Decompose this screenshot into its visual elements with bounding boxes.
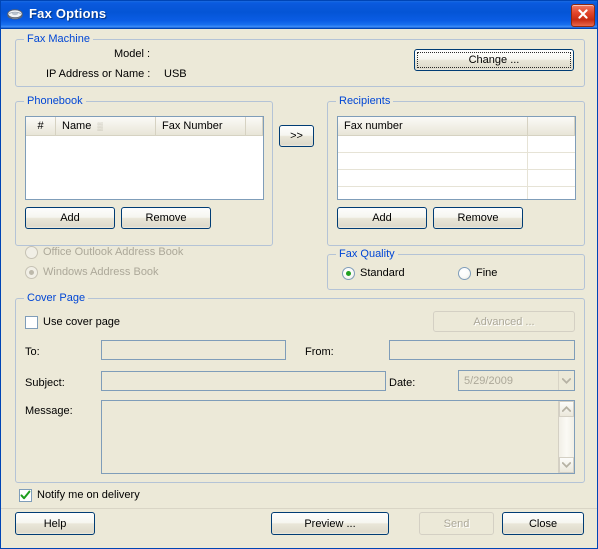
phonebook-remove-button[interactable]: Remove (121, 207, 211, 229)
recipients-group-title: Recipients (336, 95, 394, 107)
from-label: From: (305, 346, 334, 358)
table-cell-extra (528, 153, 575, 169)
recipients-add-button[interactable]: Add (337, 207, 427, 229)
use-cover-page-label[interactable]: Use cover page (43, 316, 120, 328)
footer-separator (1, 508, 597, 509)
model-label: Model : (114, 48, 151, 60)
phonebook-list[interactable]: # Name ▒ Fax Number (25, 116, 264, 200)
scrollbar-track[interactable] (559, 417, 574, 457)
chevron-down-icon[interactable] (558, 371, 574, 390)
recipients-rows (338, 136, 575, 199)
subject-label: Subject: (25, 377, 65, 389)
window-title: Fax Options (29, 6, 107, 21)
scroll-down-icon[interactable] (559, 457, 574, 473)
fax-options-dialog: Fax Options Fax Machine Model : IP Addre… (0, 0, 598, 549)
phonebook-column-fax-number-label: Fax Number (162, 119, 223, 132)
from-field[interactable] (389, 340, 575, 360)
advanced-button-label: Advanced ... (473, 315, 535, 328)
advanced-button: Advanced ... (433, 311, 575, 332)
phonebook-column-name[interactable]: Name ▒ (56, 117, 156, 135)
table-row[interactable] (338, 187, 575, 199)
recipients-group: Recipients Fax number Add Remove (327, 95, 585, 246)
fax-quality-group-title: Fax Quality (336, 248, 398, 260)
fax-quality-group: Fax Quality Standard Fine (327, 248, 585, 290)
table-cell-fax-number (338, 170, 528, 186)
title-bar[interactable]: Fax Options (1, 1, 597, 29)
message-scrollbar[interactable] (558, 401, 574, 473)
phonebook-header-row: # Name ▒ Fax Number (26, 117, 263, 136)
radio-windows-address-book-label: Windows Address Book (43, 266, 159, 278)
help-button-label: Help (43, 517, 67, 530)
recipients-remove-button[interactable]: Remove (433, 207, 523, 229)
phonebook-group: Phonebook # Name ▒ Fax Number Add Remove (15, 95, 273, 246)
table-row[interactable] (338, 170, 575, 187)
table-cell-fax-number (338, 136, 528, 152)
phonebook-column-fax-number[interactable]: Fax Number (156, 117, 246, 135)
message-label: Message: (25, 405, 73, 417)
to-field[interactable] (101, 340, 286, 360)
phonebook-column-number[interactable]: # (26, 117, 56, 135)
transfer-to-recipients-button[interactable]: >> (279, 125, 314, 147)
phonebook-column-number-label: # (37, 119, 44, 132)
radio-office-outlook-address-book-label: Office Outlook Address Book (43, 246, 184, 258)
phonebook-column-name-label: Name (62, 119, 92, 132)
recipients-column-extra[interactable] (528, 117, 575, 135)
recipients-grid[interactable]: Fax number (337, 116, 576, 200)
radio-quality-standard-label[interactable]: Standard (360, 267, 405, 279)
table-cell-fax-number (338, 187, 528, 199)
scroll-up-icon[interactable] (559, 401, 574, 417)
phonebook-add-button[interactable]: Add (25, 207, 115, 229)
ip-address-label: IP Address or Name : (46, 68, 151, 80)
radio-quality-standard-dot (346, 271, 351, 276)
fax-machine-group-title: Fax Machine (24, 33, 93, 45)
notify-on-delivery-label[interactable]: Notify me on delivery (37, 489, 140, 501)
date-picker[interactable]: 5/29/2009 (458, 370, 575, 391)
radio-quality-standard[interactable] (342, 267, 355, 280)
transfer-button-label: >> (290, 130, 303, 142)
change-button[interactable]: Change ... (414, 49, 574, 71)
help-button[interactable]: Help (15, 512, 95, 535)
radio-windows-address-book (25, 266, 38, 279)
close-icon[interactable] (571, 4, 595, 27)
to-label: To: (25, 346, 40, 358)
date-value: 5/29/2009 (464, 374, 513, 387)
table-cell-extra (528, 187, 575, 199)
recipients-column-fax-number-label: Fax number (344, 119, 403, 132)
message-field[interactable] (101, 400, 575, 474)
preview-button-label: Preview ... (304, 517, 356, 530)
table-cell-extra (528, 170, 575, 186)
send-button-label: Send (443, 517, 470, 530)
phonebook-remove-label: Remove (145, 212, 187, 224)
fax-machine-group: Fax Machine Model : IP Address or Name :… (15, 33, 585, 87)
cover-page-group: Cover Page Use cover page Advanced ... T… (15, 292, 585, 483)
cover-page-group-title: Cover Page (24, 292, 89, 304)
date-label: Date: (389, 377, 416, 389)
recipients-header-row: Fax number (338, 117, 575, 136)
radio-quality-fine-label[interactable]: Fine (476, 267, 497, 279)
phonebook-column-filler (246, 117, 263, 135)
sort-indicator-icon: ▒ (97, 121, 104, 131)
close-button[interactable]: Close (502, 512, 584, 535)
radio-office-outlook-address-book (25, 246, 38, 259)
subject-field[interactable] (101, 371, 386, 391)
phonebook-add-label: Add (60, 212, 80, 224)
recipients-add-label: Add (372, 212, 392, 224)
use-cover-page-checkbox[interactable] (25, 316, 38, 329)
fax-machine-icon (7, 7, 25, 23)
phonebook-group-title: Phonebook (24, 95, 86, 107)
recipients-column-fax-number[interactable]: Fax number (338, 117, 528, 135)
radio-quality-fine[interactable] (458, 267, 471, 280)
close-button-label: Close (528, 517, 558, 530)
table-cell-extra (528, 136, 575, 152)
table-row[interactable] (338, 153, 575, 170)
recipients-remove-label: Remove (457, 212, 499, 224)
change-button-label: Change ... (468, 54, 520, 66)
radio-windows-address-book-dot (29, 270, 34, 275)
table-cell-fax-number (338, 153, 528, 169)
ip-address-value: USB (164, 68, 187, 80)
send-button: Send (419, 512, 494, 535)
notify-on-delivery-checkbox[interactable] (19, 489, 32, 502)
preview-button[interactable]: Preview ... (271, 512, 389, 535)
table-row[interactable] (338, 136, 575, 153)
